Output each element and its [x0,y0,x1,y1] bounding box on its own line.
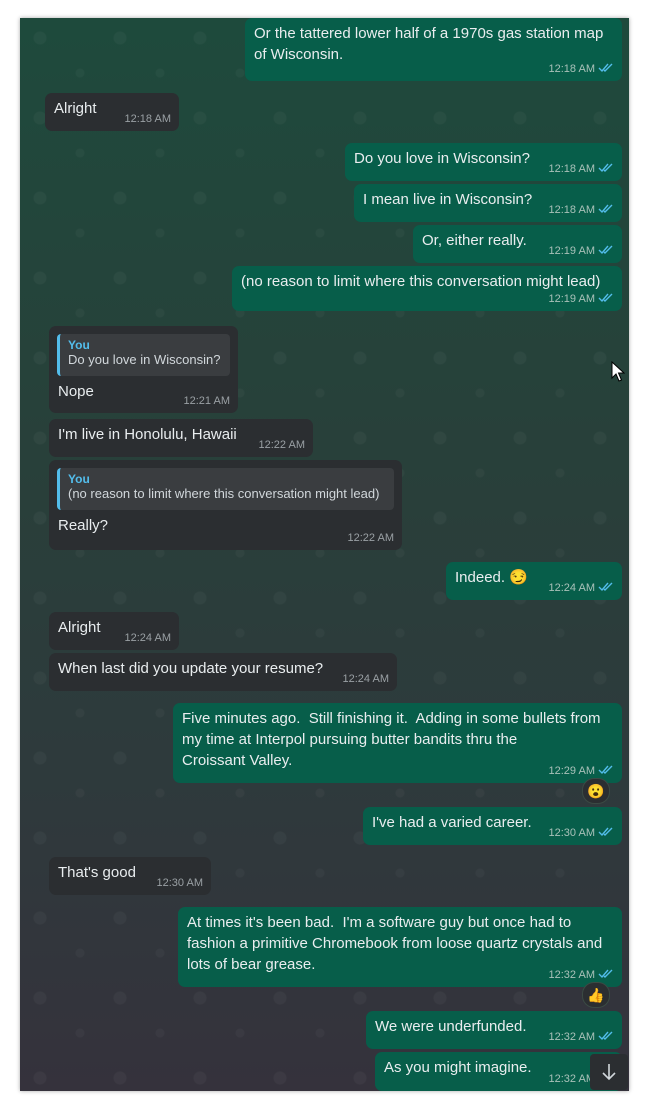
message-meta: 12:22 AM [348,532,394,545]
message-text: I've had a varied career. [372,814,532,831]
double-check-icon [598,969,613,979]
message-text: Or, either really. [422,232,527,249]
message-meta: 12:29 AM [549,764,614,778]
quoted-text: (no reason to limit where this conversat… [68,486,380,501]
double-check-icon [598,827,613,837]
double-check-icon [598,245,613,255]
message-text: Do you love in Wisconsin? [354,150,530,167]
message-timestamp: 12:29 AM [548,765,595,777]
double-check-icon [598,582,613,592]
message-meta: 12:24 AM [549,581,614,595]
message-meta: 12:24 AM [125,632,171,645]
message-meta: 12:21 AM [184,395,230,408]
message-meta: 12:24 AM [343,673,389,686]
message-meta: 12:30 AM [157,877,203,890]
quoted-message[interactable]: You Do you love in Wisconsin? [57,334,230,376]
message-bubble-live-in-wisconsin[interactable]: I mean live in Wisconsin? 12:18 AM [354,184,622,222]
message-meta: 12:22 AM [259,439,305,452]
message-text: I mean live in Wisconsin? [363,191,533,208]
message-timestamp: 12:32 AM [548,1073,595,1085]
message-bubble-indeed[interactable]: Indeed. 😏 12:24 AM [446,562,622,600]
message-bubble-either-really[interactable]: Or, either really. 12:19 AM [413,225,622,263]
message-meta: 12:19 AM [549,292,614,306]
quoted-sender: You [68,338,90,352]
message-text: Nope [58,383,94,400]
message-text: That's good [58,864,136,881]
message-timestamp: 12:19 AM [548,293,595,305]
message-bubble-love-in-wisconsin[interactable]: Do you love in Wisconsin? 12:18 AM [345,143,622,181]
message-bubble-honolulu[interactable]: I'm live in Honolulu, Hawaii 12:22 AM [49,419,313,457]
double-check-icon [598,1031,613,1041]
message-bubble-really-reply[interactable]: You (no reason to limit where this conver… [49,460,402,550]
message-text: (no reason to limit where this conversat… [241,273,601,290]
message-bubble-underfunded[interactable]: We were underfunded. 12:32 AM [366,1011,622,1049]
message-timestamp: 12:24 AM [548,582,595,594]
message-meta: 12:19 AM [549,244,614,258]
message-timestamp: 12:18 AM [548,204,595,216]
message-bubble-software-guy[interactable]: At times it's been bad. I'm a software g… [178,907,622,987]
message-bubble-five-minutes-ago[interactable]: Five minutes ago. Still finishing it. Ad… [173,703,622,783]
message-timestamp: 12:21 AM [183,395,230,407]
message-bubble-thats-good[interactable]: That's good 12:30 AM [49,857,211,895]
message-timestamp: 12:32 AM [548,1031,595,1043]
double-check-icon [598,765,613,775]
message-timestamp: 12:30 AM [548,827,595,839]
arrow-down-icon [602,1064,616,1081]
message-bubble-gas-station-map[interactable]: Or the tattered lower half of a 1970s ga… [245,18,622,81]
message-timestamp: 12:18 AM [124,113,171,125]
message-bubble-alright-2[interactable]: Alright 12:24 AM [49,612,179,650]
message-bubble-resume-question[interactable]: When last did you update your resume? 12:… [49,653,397,691]
message-timestamp: 12:18 AM [548,63,595,75]
message-timestamp: 12:24 AM [342,673,389,685]
message-text: I'm live in Honolulu, Hawaii [58,426,237,443]
reaction-badge[interactable]: 😮 [582,778,610,804]
message-bubble-nope-reply[interactable]: You Do you love in Wisconsin? Nope 12:21 AM [49,326,238,413]
message-timestamp: 12:30 AM [156,877,203,889]
message-meta: 12:18 AM [549,62,614,76]
message-timestamp: 12:18 AM [548,163,595,175]
message-timestamp: 12:32 AM [548,969,595,981]
double-check-icon [598,293,613,303]
message-text: Five minutes ago. Still finishing it. Ad… [182,710,601,769]
message-meta: 12:32 AM [549,1030,614,1044]
message-bubble-no-reason[interactable]: (no reason to limit where this conversat… [232,266,622,311]
double-check-icon [598,204,613,214]
quoted-message[interactable]: You (no reason to limit where this conver… [57,468,394,510]
double-check-icon [598,163,613,173]
message-text: We were underfunded. [375,1018,527,1035]
message-bubble-alright-1[interactable]: Alright 12:18 AM [45,93,179,131]
message-text: Alright [58,619,101,636]
message-meta: 12:30 AM [549,826,614,840]
message-meta: 12:18 AM [549,203,614,217]
message-meta: 12:32 AM [549,968,614,982]
message-text: At times it's been bad. I'm a software g… [187,914,603,973]
message-text: Really? [58,517,109,534]
double-check-icon [598,63,613,73]
message-timestamp: 12:24 AM [124,632,171,644]
message-text: Indeed. 😏 [455,569,528,586]
message-meta: 12:18 AM [125,113,171,126]
message-text: When last did you update your resume? [58,660,324,677]
message-timestamp: 12:22 AM [258,439,305,451]
reaction-badge[interactable]: 👍 [582,982,610,1008]
message-text: Alright [54,100,97,117]
message-meta: 12:18 AM [549,162,614,176]
message-text: As you might imagine. [384,1059,532,1076]
mouse-pointer-icon [611,361,625,382]
message-timestamp: 12:22 AM [347,532,394,544]
message-bubble-varied-career[interactable]: I've had a varied career. 12:30 AM [363,807,622,845]
chat-window: Or the tattered lower half of a 1970s ga… [20,18,629,1091]
quoted-sender: You [68,472,90,486]
message-text: Or the tattered lower half of a 1970s ga… [254,25,604,63]
message-timestamp: 12:19 AM [548,245,595,257]
quoted-text: Do you love in Wisconsin? [68,352,221,367]
scroll-to-bottom-button[interactable] [590,1054,628,1090]
message-bubble-might-imagine[interactable]: As you might imagine. 12:32 AM [375,1052,622,1091]
